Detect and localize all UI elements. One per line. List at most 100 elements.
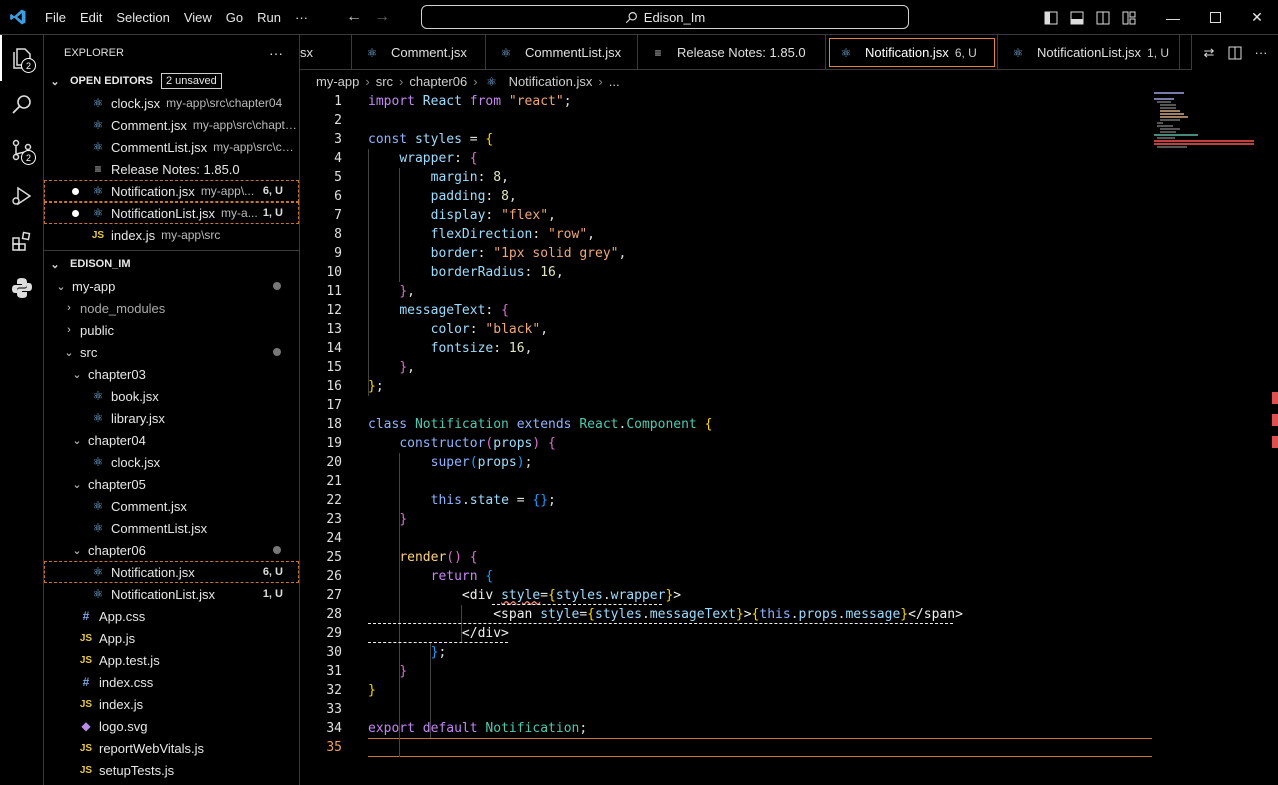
split-editor-icon[interactable] bbox=[1222, 35, 1248, 70]
indent-guide bbox=[368, 149, 369, 396]
editor-actions: ⇄ ··· bbox=[1191, 35, 1278, 70]
react-file-icon: ⚛ bbox=[486, 74, 497, 89]
menu-item[interactable]: View bbox=[177, 0, 219, 35]
tree-file[interactable]: JS reportWebVitals.js bbox=[44, 737, 299, 759]
open-editor-item[interactable]: ⚛ Comment.jsx my-app\src\chapte... bbox=[44, 114, 299, 136]
tree-file[interactable]: # index.css bbox=[44, 671, 299, 693]
tree-file[interactable]: ⚛ library.jsx bbox=[44, 407, 299, 429]
workspace-header[interactable]: ⌄ EDISON_IM bbox=[44, 253, 299, 275]
code-line: }, bbox=[399, 284, 415, 299]
breadcrumb-item[interactable]: ... bbox=[609, 74, 620, 89]
editor-tab[interactable]: ≡ Release Notes: 1.85.0 bbox=[638, 35, 826, 70]
tree-folder[interactable]: › public bbox=[44, 319, 299, 341]
toggle-panel-icon[interactable] bbox=[1064, 0, 1090, 35]
code-line: this.state = {}; bbox=[430, 493, 556, 508]
python-icon[interactable] bbox=[0, 265, 44, 311]
search-icon[interactable] bbox=[0, 81, 44, 127]
open-editor-item[interactable]: ⚛ Notification.jsx my-app\... 6, U bbox=[44, 180, 299, 202]
explorer-more-icon[interactable]: ··· bbox=[269, 45, 283, 61]
tree-folder[interactable]: ⌄ chapter04 bbox=[44, 429, 299, 451]
menu-item[interactable]: File bbox=[38, 0, 73, 35]
source-control-icon[interactable]: 2 bbox=[0, 127, 44, 173]
line-number: 2 bbox=[334, 113, 342, 128]
open-editor-item[interactable]: JS index.js my-app\src bbox=[44, 224, 299, 246]
compare-changes-icon[interactable]: ⇄ bbox=[1196, 35, 1222, 70]
chevron-down-icon: ⌄ bbox=[50, 258, 60, 271]
open-editor-item[interactable]: ⚛ NotificationList.jsx my-a... 1, U bbox=[44, 202, 299, 224]
toggle-sidebar-icon[interactable] bbox=[1038, 0, 1064, 35]
command-center-search[interactable]: Edison_Im bbox=[421, 5, 909, 29]
line-number: 20 bbox=[326, 455, 342, 470]
tree-file[interactable]: JS App.js bbox=[44, 627, 299, 649]
open-editor-name: NotificationList.jsx bbox=[111, 205, 216, 221]
minimize-icon[interactable]: — bbox=[1152, 0, 1194, 35]
chevron-down-icon: ⌄ bbox=[72, 434, 82, 447]
indent-guide bbox=[399, 453, 400, 757]
tree-file[interactable]: ⚛ NotificationList.jsx 1, U bbox=[44, 583, 299, 605]
code-area[interactable]: import React from "react"; const styles … bbox=[368, 92, 1152, 757]
tree-file[interactable]: ⚛ clock.jsx bbox=[44, 451, 299, 473]
run-debug-icon[interactable] bbox=[0, 173, 44, 219]
forward-arrow-icon[interactable]: → bbox=[373, 8, 391, 26]
menu-item[interactable]: Go bbox=[219, 0, 250, 35]
tree-file[interactable]: ◆.gitignore bbox=[44, 781, 299, 785]
tab-label: Notification.jsx bbox=[865, 45, 949, 60]
maximize-icon[interactable] bbox=[1194, 0, 1236, 35]
open-editors-header[interactable]: ⌄ OPEN EDITORS 2 unsaved bbox=[44, 70, 299, 92]
code-editor[interactable]: 1 2 3 4 5 6 7 8 9 10 11 12 13 14 15 16 17 18 19 20 21 22 23 24 2… bbox=[300, 92, 1278, 785]
tree-item-label: chapter06 bbox=[88, 542, 146, 558]
minimap[interactable] bbox=[1154, 92, 1264, 172]
line-number: 30 bbox=[326, 645, 342, 660]
more-actions-icon[interactable]: ··· bbox=[1248, 35, 1274, 70]
menu-item[interactable]: Run bbox=[250, 0, 288, 35]
menu-item[interactable]: Selection bbox=[109, 0, 176, 35]
tree-file[interactable]: ◆ logo.svg bbox=[44, 715, 299, 737]
breadcrumb-item[interactable]: Notification.jsx bbox=[509, 74, 593, 89]
react-file-icon: ⚛ bbox=[92, 118, 104, 132]
code-line: borderRadius: 16, bbox=[430, 265, 564, 280]
editor-tab[interactable]: ⚛ Comment.jsx bbox=[352, 35, 486, 70]
breadcrumb-item[interactable]: src bbox=[376, 74, 393, 89]
tree-item-label: index.css bbox=[99, 674, 154, 690]
tree-file[interactable]: JS App.test.js bbox=[44, 649, 299, 671]
tree-item-label: NotificationList.jsx bbox=[111, 586, 216, 602]
tree-file[interactable]: JS index.js bbox=[44, 693, 299, 715]
tree-folder[interactable]: ⌄ chapter05 bbox=[44, 473, 299, 495]
tree-folder[interactable]: ⌄ my-app bbox=[44, 275, 299, 297]
tree-file[interactable]: ⚛ Notification.jsx 6, U bbox=[44, 561, 299, 583]
tree-file[interactable]: # App.css bbox=[44, 605, 299, 627]
problem-status: 1, U bbox=[258, 207, 283, 219]
tree-file[interactable]: ⚛ CommentList.jsx bbox=[44, 517, 299, 539]
tree-file[interactable]: JS setupTests.js bbox=[44, 759, 299, 781]
tree-folder[interactable]: ⌄ chapter03 bbox=[44, 363, 299, 385]
tree-file[interactable]: ⚛ book.jsx bbox=[44, 385, 299, 407]
code-line: constructor(props) { bbox=[399, 436, 556, 451]
tree-folder[interactable]: › node_modules bbox=[44, 297, 299, 319]
tree-folder[interactable]: ⌄ src bbox=[44, 341, 299, 363]
extensions-icon[interactable] bbox=[0, 219, 44, 265]
customize-layout-icon[interactable] bbox=[1116, 0, 1142, 35]
editor-tab[interactable]: sx bbox=[300, 35, 352, 70]
breadcrumb-item[interactable]: my-app bbox=[316, 74, 359, 89]
editor-tab[interactable]: ⚛ NotificationList.jsx 1, U bbox=[998, 35, 1180, 70]
tree-file[interactable]: ⚛ Comment.jsx bbox=[44, 495, 299, 517]
open-editor-item[interactable]: ≡ Release Notes: 1.85.0 bbox=[44, 158, 299, 180]
close-icon[interactable]: ✕ bbox=[1236, 0, 1278, 35]
release-notes-icon: ≡ bbox=[94, 162, 102, 176]
editor-tab[interactable]: ⚛ Notification.jsx 6, U bbox=[826, 35, 998, 70]
breadcrumb-separator-icon: › bbox=[399, 74, 404, 89]
editor-tab[interactable]: ⚛ CommentList.jsx bbox=[486, 35, 638, 70]
toggle-secondary-sidebar-icon[interactable] bbox=[1090, 0, 1116, 35]
tree-item-label: App.test.js bbox=[99, 652, 160, 668]
open-editor-item[interactable]: ⚛ clock.jsx my-app\src\chapter04 bbox=[44, 92, 299, 114]
tree-folder[interactable]: ⌄ chapter06 bbox=[44, 539, 299, 561]
breadcrumb-item[interactable]: chapter06 bbox=[409, 74, 467, 89]
back-arrow-icon[interactable]: ← bbox=[345, 8, 363, 26]
open-editor-item[interactable]: ⚛ CommentList.jsx my-app\src\cha... bbox=[44, 136, 299, 158]
react-file-icon: ⚛ bbox=[92, 587, 104, 601]
menu-item[interactable]: Edit bbox=[73, 0, 109, 35]
explorer-icon[interactable]: 2 bbox=[0, 35, 44, 81]
menu-item[interactable]: ··· bbox=[288, 0, 315, 35]
release-notes-icon: ≡ bbox=[654, 45, 662, 60]
unsaved-dot-icon bbox=[72, 187, 79, 195]
